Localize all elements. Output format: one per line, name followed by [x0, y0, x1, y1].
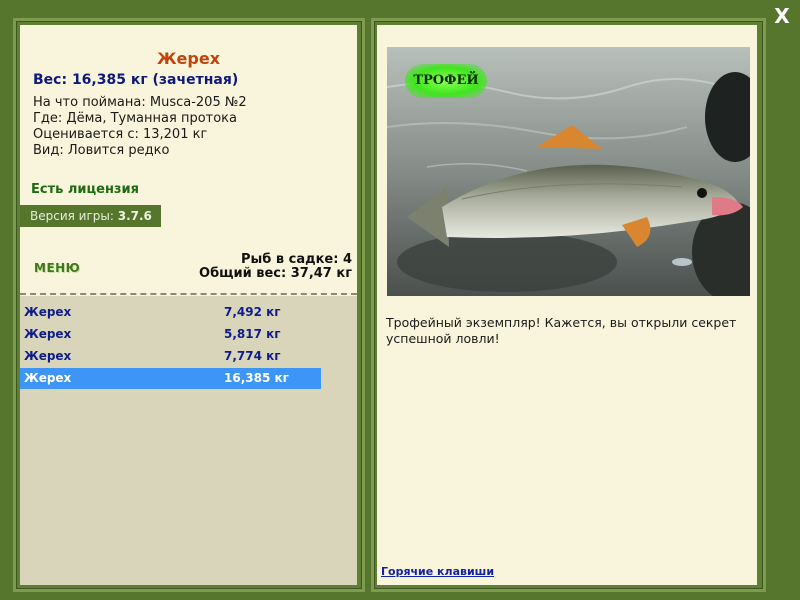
- catch-list-item[interactable]: Жерех 7,492 кг: [20, 302, 321, 323]
- trophy-panel: ТРОФЕЙ Трофейный экземпляр! Кажется, вы …: [377, 25, 757, 585]
- fish-weight: Вес: 16,385 кг (зачетная): [33, 72, 239, 88]
- catch-name: Жерех: [24, 305, 72, 319]
- license-status: Есть лицензия: [31, 182, 139, 197]
- divider: [20, 293, 357, 295]
- catch-weight: 7,774 кг: [224, 349, 281, 363]
- catch-name: Жерех: [24, 371, 72, 385]
- evaluation-threshold: Оценивается с: 13,201 кг: [33, 127, 208, 142]
- menu-button[interactable]: МЕНЮ: [34, 261, 80, 275]
- trophy-badge: ТРОФЕЙ: [405, 64, 487, 98]
- fish-name: Жерех: [156, 49, 221, 68]
- catch-name: Жерех: [24, 349, 72, 363]
- version-bar: Версия игры: 3.7.6: [20, 205, 161, 227]
- catch-list: Жерех 7,492 кг Жерех 5,817 кг Жерех 7,77…: [20, 296, 357, 585]
- catch-list-item[interactable]: Жерех 7,774 кг: [20, 346, 321, 367]
- catch-name: Жерех: [24, 327, 72, 341]
- catch-weight: 7,492 кг: [224, 305, 281, 319]
- catch-list-item[interactable]: Жерех 5,817 кг: [20, 324, 321, 345]
- species-rarity: Вид: Ловится редко: [33, 143, 170, 158]
- catch-weight: 5,817 кг: [224, 327, 281, 341]
- version-value: 3.7.6: [117, 209, 152, 223]
- catch-location: Где: Дёма, Туманная протока: [33, 111, 237, 126]
- catch-weight: 16,385 кг: [224, 371, 289, 385]
- catch-list-item-selected[interactable]: Жерех 16,385 кг: [20, 368, 321, 389]
- caught-on: На что поймана: Musca-205 №2: [33, 95, 247, 110]
- version-label: Версия игры:: [30, 209, 114, 223]
- hotkeys-link[interactable]: Горячие клавиши: [381, 565, 494, 578]
- trophy-description: Трофейный экземпляр! Кажется, вы открыли…: [386, 315, 737, 346]
- trophy-badge-label: ТРОФЕЙ: [413, 73, 479, 88]
- trophy-photo: ТРОФЕЙ: [387, 47, 750, 296]
- close-button[interactable]: X: [768, 2, 796, 30]
- fish-info-panel: Жерех Вес: 16,385 кг (зачетная) На что п…: [20, 25, 357, 585]
- keepnet-count: Рыб в садке: 4: [240, 252, 352, 267]
- keepnet-total-weight: Общий вес: 37,47 кг: [199, 266, 352, 281]
